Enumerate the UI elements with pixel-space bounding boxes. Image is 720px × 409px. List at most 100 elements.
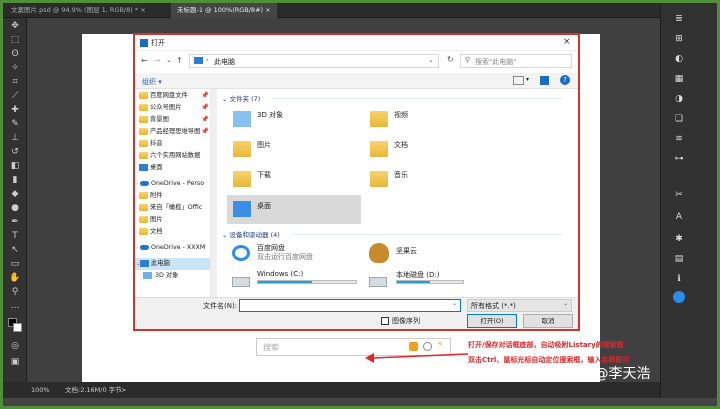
- folder-item-downloads[interactable]: 下载: [227, 165, 367, 191]
- eraser-tool-icon[interactable]: ◧: [9, 160, 21, 172]
- libraries-icon[interactable]: ▤: [673, 253, 685, 265]
- close-icon[interactable]: ×: [563, 37, 571, 47]
- channels-icon[interactable]: ≋: [673, 133, 685, 145]
- folder-item-docs[interactable]: 文档: [364, 135, 504, 161]
- back-arrow-icon[interactable]: ←: [141, 56, 148, 65]
- zoom-level[interactable]: 100%: [31, 382, 50, 398]
- screen-mode-icon[interactable]: ▣: [9, 356, 21, 368]
- folder-item-music[interactable]: 音乐: [364, 165, 504, 191]
- close-icon[interactable]: ×: [265, 6, 270, 14]
- filetype-select[interactable]: 所有格式 (*.*) ⌄: [467, 299, 572, 312]
- up-arrow-icon[interactable]: ↑: [176, 56, 183, 65]
- path-select-icon[interactable]: ↖: [9, 244, 21, 256]
- folder-icon: [139, 128, 148, 135]
- devices-group-header[interactable]: ⌄ 设备和驱动器 (4): [222, 229, 280, 239]
- organize-button[interactable]: 组织 ▾: [142, 77, 162, 87]
- folder-item-pictures[interactable]: 图片: [227, 135, 367, 161]
- device-item-nutstore[interactable]: 坚果云: [364, 241, 504, 265]
- magic-wand-icon[interactable]: ✧: [9, 62, 21, 74]
- search-input[interactable]: ⚲ 搜索"此电脑": [460, 54, 572, 68]
- help-icon[interactable]: ?: [560, 75, 570, 85]
- lasso-tool-icon[interactable]: ʘ: [9, 48, 21, 60]
- healing-brush-icon[interactable]: ✚: [9, 104, 21, 116]
- preview-pane-icon[interactable]: [540, 76, 549, 85]
- quick-mask-icon[interactable]: ◎: [9, 340, 21, 352]
- pen-tool-icon[interactable]: ✒: [9, 216, 21, 228]
- cancel-button[interactable]: 取消: [523, 314, 573, 328]
- crop-tool-icon[interactable]: ⌗: [9, 76, 21, 88]
- device-item-c[interactable]: Windows (C:): [227, 269, 367, 295]
- expand-arrow-icon[interactable]: ›: [136, 242, 138, 254]
- cloud-sync-icon[interactable]: [673, 291, 685, 303]
- character-icon[interactable]: A: [673, 211, 685, 223]
- zoom-tool-icon[interactable]: ⚲: [9, 286, 21, 298]
- tools-icon[interactable]: ✂: [673, 189, 685, 201]
- sidebar-item-six[interactable]: 六个实用网站数据: [135, 150, 210, 162]
- blur-tool-icon[interactable]: ◆: [9, 188, 21, 200]
- history-icon[interactable]: ≣: [673, 13, 685, 25]
- more-tools-icon[interactable]: …: [9, 300, 21, 312]
- paths-icon[interactable]: ⊶: [673, 153, 685, 165]
- dialog-title: 打开: [151, 39, 165, 47]
- filetype-dropdown-icon[interactable]: ⌄: [563, 300, 568, 307]
- close-icon[interactable]: ×: [140, 6, 145, 14]
- color-icon[interactable]: ◐: [673, 53, 685, 65]
- recent-dropdown-icon[interactable]: ⌄: [166, 56, 172, 64]
- marquee-tool-icon[interactable]: ⬚: [9, 34, 21, 46]
- sidebar-item-docs[interactable]: 文档: [135, 226, 210, 238]
- stamp-tool-icon[interactable]: ⊥: [9, 132, 21, 144]
- address-bar[interactable]: › 此电脑 ⌄: [189, 54, 439, 68]
- info-icon[interactable]: ℹ: [673, 273, 685, 285]
- type-tool-icon[interactable]: T: [9, 230, 21, 242]
- layers-icon[interactable]: ❏: [673, 113, 685, 125]
- device-item-baidu[interactable]: 百度网盘 双击运行百度网盘: [227, 241, 367, 265]
- sidebar-item-office[interactable]: 来自「橄榄」Offic: [135, 202, 210, 214]
- filename-dropdown-icon[interactable]: ⌄: [452, 300, 457, 307]
- ps-tab-2[interactable]: 未标题-1 @ 100%(RGB/8#) ×: [171, 3, 277, 18]
- move-tool-icon[interactable]: ✥: [9, 20, 21, 32]
- brush-settings-icon[interactable]: ✱: [673, 233, 685, 245]
- shape-tool-icon[interactable]: ▭: [9, 258, 21, 270]
- device-item-d[interactable]: 本地磁盘 (D:): [364, 269, 504, 295]
- view-options-icon[interactable]: [513, 76, 524, 85]
- sidebar-item-pictures[interactable]: 图片: [135, 214, 210, 226]
- swatches-icon[interactable]: ▦: [673, 73, 685, 85]
- view-dropdown-icon[interactable]: ▾: [526, 76, 529, 83]
- gradient-tool-icon[interactable]: ▮: [9, 174, 21, 186]
- sidebar-item-this-pc[interactable]: ⌄ 此电脑: [135, 258, 210, 270]
- sidebar-item-attach[interactable]: 附件: [135, 190, 210, 202]
- filename-input[interactable]: ⌄: [239, 299, 461, 312]
- sidebar-item-3d[interactable]: 3D 对象: [135, 270, 210, 282]
- eyedropper-icon[interactable]: ⟋: [9, 90, 21, 102]
- history-brush-icon[interactable]: ↺: [9, 146, 21, 158]
- breadcrumb-this-pc[interactable]: 此电脑: [214, 57, 235, 67]
- background-color-swatch[interactable]: [13, 323, 22, 332]
- sidebar-item-douyin[interactable]: 抖音: [135, 138, 210, 150]
- expand-arrow-icon[interactable]: ›: [136, 178, 138, 190]
- adjustments-icon[interactable]: ◑: [673, 93, 685, 105]
- sidebar-item-pm[interactable]: 产品经理思维导图 📌: [135, 126, 210, 138]
- sidebar-item-baidu[interactable]: 百度网盘文件 📌: [135, 90, 210, 102]
- image-sequence-checkbox[interactable]: [381, 317, 389, 325]
- sidebar-item-onedrive-personal[interactable]: › OneDrive - Perso: [135, 178, 210, 190]
- sidebar-item-gzh[interactable]: 公众号图片 📌: [135, 102, 210, 114]
- ps-tab-1[interactable]: 文案图片.psd @ 94.9% (图层 1, RGB/8) * ×: [5, 3, 152, 18]
- open-button[interactable]: 打开(O): [467, 314, 517, 328]
- folders-group-header[interactable]: ⌄ 文件夹 (7): [222, 93, 260, 103]
- refresh-icon[interactable]: ↻: [447, 55, 454, 64]
- folder-item-video[interactable]: 视频: [364, 105, 504, 131]
- forward-arrow-icon[interactable]: →: [154, 56, 161, 65]
- brush-tool-icon[interactable]: ✎: [9, 118, 21, 130]
- sidebar-item-bg[interactable]: 背景图 📌: [135, 114, 210, 126]
- pin-icon: 📌: [201, 116, 209, 123]
- folder-item-desktop[interactable]: 桌面: [227, 195, 361, 224]
- video-folder-icon: [370, 111, 388, 127]
- sidebar-item-desktop[interactable]: 桌面: [135, 162, 210, 174]
- status-menu-arrow[interactable]: >: [121, 382, 126, 398]
- hand-tool-icon[interactable]: ✋: [9, 272, 21, 284]
- sidebar-item-onedrive-xxx[interactable]: › OneDrive - XXXM: [135, 242, 210, 254]
- folder-item-3d[interactable]: 3D 对象: [227, 105, 367, 131]
- address-dropdown-icon[interactable]: ⌄: [428, 56, 434, 64]
- dodge-tool-icon[interactable]: ●: [9, 202, 21, 214]
- properties-icon[interactable]: ⊞: [673, 33, 685, 45]
